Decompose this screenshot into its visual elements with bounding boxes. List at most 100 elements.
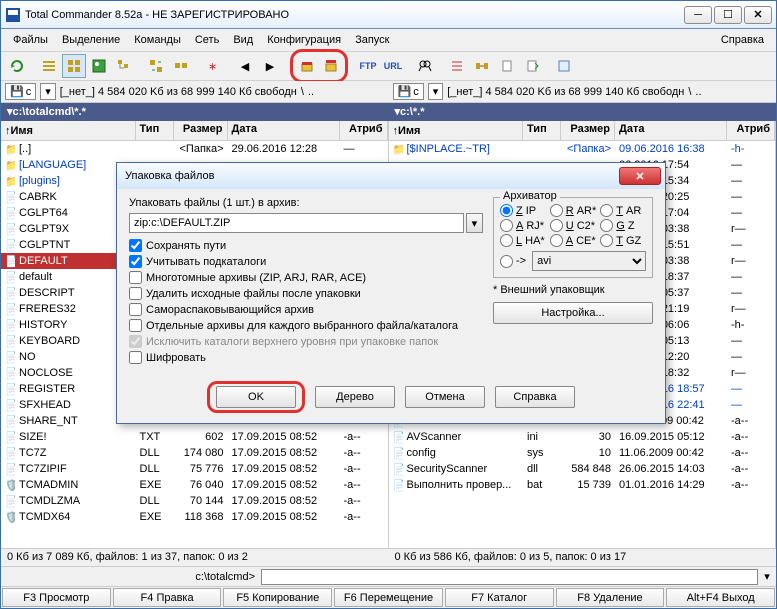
table-row[interactable]: 📄TC7ZDLL174 08017.09.2015 08:52-a--	[1, 445, 388, 461]
checkbox-option[interactable]: Отдельные архивы для каждого выбранного …	[129, 319, 483, 332]
menu-net[interactable]: Сеть	[189, 32, 225, 48]
col-size[interactable]: Размер	[561, 121, 615, 140]
col-date[interactable]: Дата	[228, 121, 340, 140]
table-row[interactable]: 📄TC7ZIPIFDLL75 77617.09.2015 08:52-a--	[1, 461, 388, 477]
print-icon[interactable]	[520, 54, 544, 78]
fn-button[interactable]: F7 Каталог	[445, 588, 554, 607]
fn-button[interactable]: F6 Перемещение	[334, 588, 443, 607]
external-packer-label: * Внешний упаковщик	[493, 284, 653, 296]
fn-button[interactable]: F4 Правка	[113, 588, 222, 607]
multirename-icon[interactable]	[445, 54, 469, 78]
ok-button[interactable]: OK	[216, 386, 296, 408]
tree-button[interactable]: Дерево	[315, 386, 395, 408]
archiver-radio[interactable]: TGZ	[600, 234, 646, 247]
view-tree-icon[interactable]	[112, 54, 136, 78]
checkbox-option[interactable]: Шифровать	[129, 351, 483, 364]
archiver-radio[interactable]: ARJ*	[500, 219, 546, 232]
archive-name-input[interactable]	[129, 213, 464, 233]
fn-button[interactable]: Alt+F4 Выход	[666, 588, 775, 607]
maximize-button[interactable]: ☐	[714, 6, 742, 24]
col-date[interactable]: Дата	[615, 121, 727, 140]
unpack-icon[interactable]	[319, 54, 343, 78]
back-icon[interactable]: ◀	[233, 54, 257, 78]
table-row[interactable]: 📄SIZE!TXT60217.09.2015 08:52-a--	[1, 429, 388, 445]
url-icon[interactable]: URL	[381, 54, 405, 78]
view-list-icon[interactable]	[37, 54, 61, 78]
col-size[interactable]: Размер	[174, 121, 228, 140]
close-button[interactable]: ✕	[744, 6, 772, 24]
left-up-button[interactable]: ..	[308, 86, 314, 98]
left-drive-button[interactable]: 💾 c	[5, 83, 36, 100]
menu-start[interactable]: Запуск	[349, 32, 395, 48]
minimize-button[interactable]: ─	[684, 6, 712, 24]
help-button[interactable]: Справка	[495, 386, 575, 408]
fn-button[interactable]: F3 Просмотр	[2, 588, 111, 607]
table-row[interactable]: 📄configsys1011.06.2009 00:42-a--	[389, 445, 776, 461]
archiver-radio[interactable]: GZ	[600, 219, 646, 232]
col-type[interactable]: Тип	[523, 121, 561, 140]
table-row[interactable]: 📄TCMDLZMADLL70 14417.09.2015 08:52-a--	[1, 493, 388, 509]
plugin-select[interactable]: avi	[532, 251, 646, 271]
table-row[interactable]: 📁[..]<Папка>29.06.2016 12:28—	[1, 141, 388, 157]
view-thumb-icon[interactable]	[87, 54, 111, 78]
equal-icon[interactable]	[169, 54, 193, 78]
menu-commands[interactable]: Команды	[128, 32, 187, 48]
view-brief-icon[interactable]	[62, 54, 86, 78]
right-drive-dropdown[interactable]: ▾	[428, 83, 444, 100]
archiver-radio[interactable]: TAR	[600, 204, 646, 217]
right-drive-button[interactable]: 💾 c	[393, 83, 424, 100]
checkbox-option[interactable]: Самораспаковывающийся архив	[129, 303, 483, 316]
col-attr[interactable]: Атриб	[727, 121, 775, 140]
fn-button[interactable]: F5 Копирование	[223, 588, 332, 607]
checkbox-option[interactable]: Учитывать подкаталоги	[129, 255, 483, 268]
checkbox-option[interactable]: Многотомные архивы (ZIP, ARJ, RAR, ACE)	[129, 271, 483, 284]
notepad-icon[interactable]	[552, 54, 576, 78]
menu-config[interactable]: Конфигурация	[261, 32, 347, 48]
forward-icon[interactable]: ▶	[258, 54, 282, 78]
refresh-icon[interactable]	[5, 54, 29, 78]
cancel-button[interactable]: Отмена	[405, 386, 485, 408]
right-path[interactable]: ▾c:\*.*	[389, 103, 777, 121]
table-row[interactable]: 📄Выполнить провер...bat15 73901.01.2016 …	[389, 477, 776, 493]
left-root-button[interactable]: \	[301, 86, 304, 98]
menu-help[interactable]: Справка	[715, 32, 770, 48]
cmdline-input[interactable]	[261, 569, 758, 585]
swap-icon[interactable]	[144, 54, 168, 78]
checkbox-option[interactable]: Удалить исходные файлы после упаковки	[129, 287, 483, 300]
col-name[interactable]: ↑Имя	[1, 121, 136, 140]
table-row[interactable]: 📄AVScannerini3016.09.2015 05:12-a--	[389, 429, 776, 445]
archive-name-dropdown[interactable]: ▾	[466, 213, 483, 233]
right-up-button[interactable]: ..	[695, 86, 701, 98]
archiver-radio[interactable]: ACE*	[550, 234, 597, 247]
archiver-radio[interactable]: RAR*	[550, 204, 597, 217]
menu-view[interactable]: Вид	[227, 32, 259, 48]
archiver-radio[interactable]: UC2*	[550, 219, 597, 232]
col-type[interactable]: Тип	[136, 121, 174, 140]
menu-selection[interactable]: Выделение	[56, 32, 126, 48]
sync-icon[interactable]	[470, 54, 494, 78]
cmdline-dropdown[interactable]: ▾	[758, 570, 776, 583]
left-path[interactable]: ▾c:\totalcmd\*.*	[1, 103, 389, 121]
right-root-button[interactable]: \	[688, 86, 691, 98]
search-icon[interactable]	[413, 54, 437, 78]
archiver-radio[interactable]: ZIP	[500, 204, 546, 217]
checkbox-option[interactable]: Сохранять пути	[129, 239, 483, 252]
dialog-close-button[interactable]: ✕	[619, 167, 661, 185]
fn-button[interactable]: F8 Удаление	[556, 588, 665, 607]
ftp-icon[interactable]: FTP	[356, 54, 380, 78]
table-row[interactable]: 📁[$INPLACE.~TR]<Папка>09.06.2016 16:38-h…	[389, 141, 776, 157]
dialog-title: Упаковка файлов	[121, 170, 619, 182]
select-icon[interactable]: ∗	[201, 54, 225, 78]
menu-files[interactable]: Файлы	[7, 32, 54, 48]
plugin-radio[interactable]: ->	[500, 255, 526, 268]
table-row[interactable]: 🛡️TCMDX64EXE118 36817.09.2015 08:52-a--	[1, 509, 388, 525]
pack-icon[interactable]	[295, 54, 319, 78]
col-name[interactable]: ↑Имя	[389, 121, 524, 140]
col-attr[interactable]: Атриб	[340, 121, 388, 140]
left-drive-dropdown[interactable]: ▾	[40, 83, 56, 100]
archiver-radio[interactable]: LHA*	[500, 234, 546, 247]
table-row[interactable]: 🛡️TCMADMINEXE76 04017.09.2015 08:52-a--	[1, 477, 388, 493]
table-row[interactable]: 📄SecurityScannerdll584 84826.06.2015 14:…	[389, 461, 776, 477]
settings-button[interactable]: Настройка...	[493, 302, 653, 324]
copy-names-icon[interactable]	[495, 54, 519, 78]
